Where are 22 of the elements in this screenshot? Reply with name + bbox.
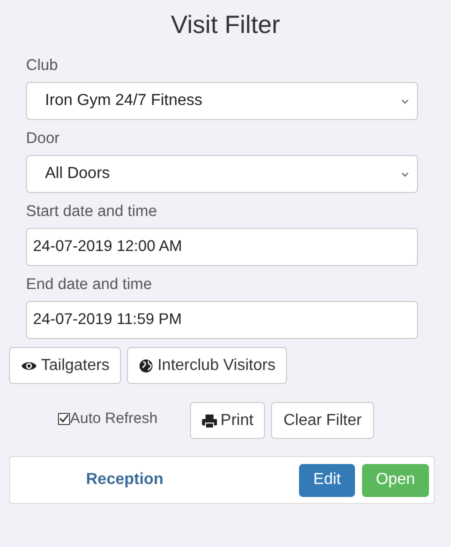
chevron-down-icon bbox=[401, 172, 409, 176]
checkbox[interactable] bbox=[58, 412, 70, 424]
field-label: Club bbox=[26, 57, 59, 75]
clear-filter-button[interactable]: Clear Filter bbox=[271, 402, 374, 439]
print-button[interactable]: Print bbox=[190, 402, 266, 439]
chevron-down-icon bbox=[401, 98, 409, 104]
dropdown[interactable]: Iron Gym 24/7 Fitness bbox=[26, 82, 418, 120]
date-time-field[interactable]: 24-07-2019 11:59 PM bbox=[26, 301, 418, 339]
field-label: Door bbox=[26, 130, 61, 148]
printer-icon bbox=[202, 414, 217, 428]
field-label: Start date and time bbox=[26, 203, 158, 221]
eye-icon bbox=[21, 360, 37, 372]
page-title: Visit Filter bbox=[170, 11, 282, 41]
filter-button[interactable]: Interclub Visitors bbox=[127, 347, 288, 384]
date-time-field[interactable]: 24-07-2019 12:00 AM bbox=[26, 228, 418, 266]
globe-icon bbox=[139, 358, 154, 372]
field-label: End date and time bbox=[26, 276, 153, 294]
auto-refresh-checkbox[interactable]: Auto Refresh bbox=[58, 410, 158, 427]
door-name-link[interactable]: Reception bbox=[86, 471, 164, 489]
dropdown[interactable]: All Doors bbox=[26, 155, 418, 193]
edit-button[interactable]: Edit bbox=[299, 464, 355, 496]
filter-button[interactable]: Tailgaters bbox=[9, 347, 122, 384]
